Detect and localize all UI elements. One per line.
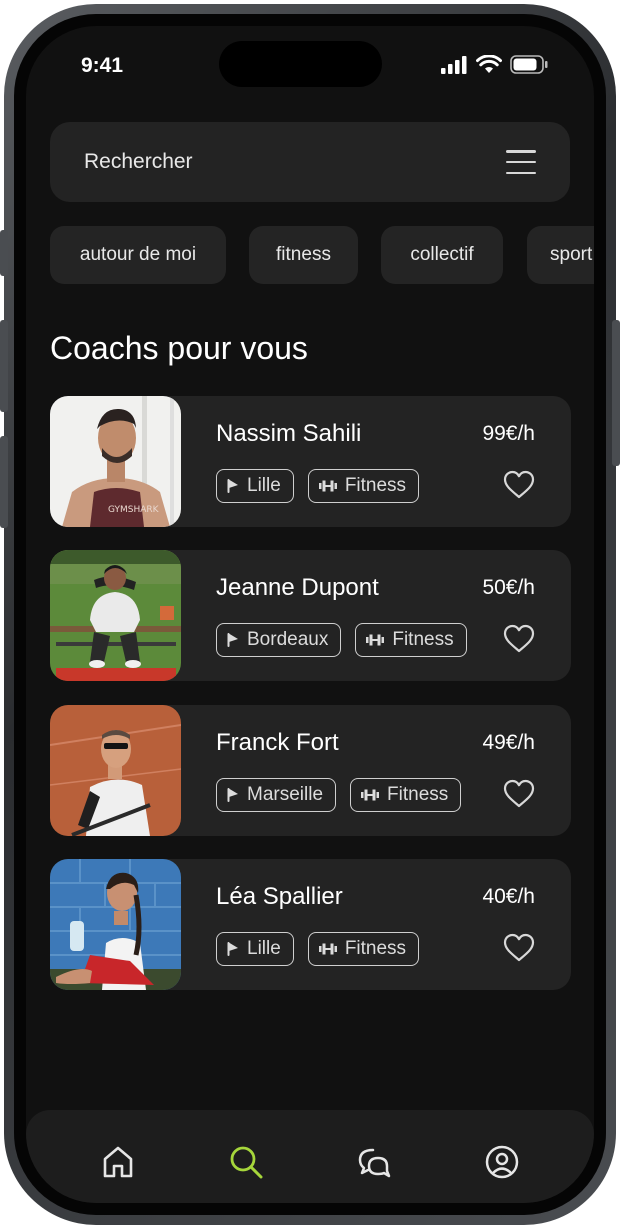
coach-card[interactable]: Franck Fort 49€/h Marseille Fitness [50,705,571,836]
chip-collectif[interactable]: collectif [381,226,503,284]
home-icon[interactable] [100,1144,136,1180]
coach-price: 40€/h [482,885,535,908]
search-icon[interactable] [228,1144,264,1180]
location-label: Lille [247,938,281,959]
volume-up-button [0,320,8,412]
category-label: Fitness [392,629,454,650]
coach-tags: Lille Fitness [216,932,420,966]
status-time: 9:41 [81,54,124,77]
wifi-icon [476,55,502,73]
chip-autour-de-moi[interactable]: autour de moi [50,226,226,284]
action-button [0,230,8,276]
section-title: Coachs pour vous [50,330,308,366]
category-tag: Fitness [355,623,467,657]
battery-icon [510,55,548,74]
bottom-nav [26,1110,594,1203]
profile-icon[interactable] [484,1144,520,1180]
dumbbell-icon [361,789,380,801]
favorite-heart-icon[interactable] [503,933,535,963]
search-bar[interactable]: Rechercher [50,122,570,202]
category-label: Fitness [387,784,449,805]
location-flag-icon [227,479,238,493]
location-flag-icon [227,633,238,647]
category-label: Fitness [344,938,407,959]
favorite-heart-icon[interactable] [503,779,535,809]
location-flag-icon [227,942,238,956]
location-label: Bordeaux [247,629,329,650]
app-screen: 9:41 Rechercher autour de moi fitness co… [26,26,594,1203]
svg-text:GYMSHARK: GYMSHARK [108,505,160,515]
dumbbell-icon [318,943,337,955]
location-label: Marseille [247,784,324,805]
coach-photo: GYMSHARK [50,396,181,527]
status-icons [441,55,548,74]
dynamic-island [219,41,382,87]
menu-icon[interactable] [506,150,536,174]
volume-down-button [0,436,8,528]
chat-icon[interactable] [356,1144,392,1180]
location-tag: Lille [216,932,294,966]
coach-card[interactable]: Jeanne Dupont 50€/h Bordeaux Fitness [50,550,571,681]
coach-name: Franck Fort [216,729,339,756]
coach-photo [50,859,181,990]
favorite-heart-icon[interactable] [503,470,535,500]
category-tag: Fitness [307,469,420,503]
category-label: Fitness [344,475,407,496]
coach-tags: Lille Fitness [216,469,420,503]
filter-chips: autour de moi fitness collectif sport [50,226,594,284]
coach-price: 50€/h [482,576,535,599]
coach-card[interactable]: Léa Spallier 40€/h Lille Fitness [50,859,571,990]
chip-sport[interactable]: sport [527,226,594,284]
coach-price: 49€/h [482,731,535,754]
location-label: Lille [247,475,281,496]
coach-name: Nassim Sahili [216,420,362,447]
location-tag: Lille [216,469,294,503]
coach-card[interactable]: GYMSHARK Nassim Sahili 99€/h Lille Fitne… [50,396,571,527]
category-tag: Fitness [307,932,420,966]
dumbbell-icon [318,480,337,492]
chip-fitness[interactable]: fitness [249,226,358,284]
coach-price: 99€/h [482,422,535,445]
coach-photo [50,705,181,836]
cellular-signal-icon [441,55,467,74]
search-placeholder: Rechercher [84,150,193,173]
favorite-heart-icon[interactable] [503,624,535,654]
coach-tags: Marseille Fitness [216,778,462,812]
coach-name: Jeanne Dupont [216,574,379,601]
category-tag: Fitness [350,778,462,812]
coach-photo [50,550,181,681]
coach-name: Léa Spallier [216,883,343,910]
dumbbell-icon [366,634,385,646]
location-tag: Marseille [216,778,337,812]
location-flag-icon [227,788,238,802]
coach-tags: Bordeaux Fitness [216,623,467,657]
power-button [612,320,620,466]
location-tag: Bordeaux [216,623,342,657]
